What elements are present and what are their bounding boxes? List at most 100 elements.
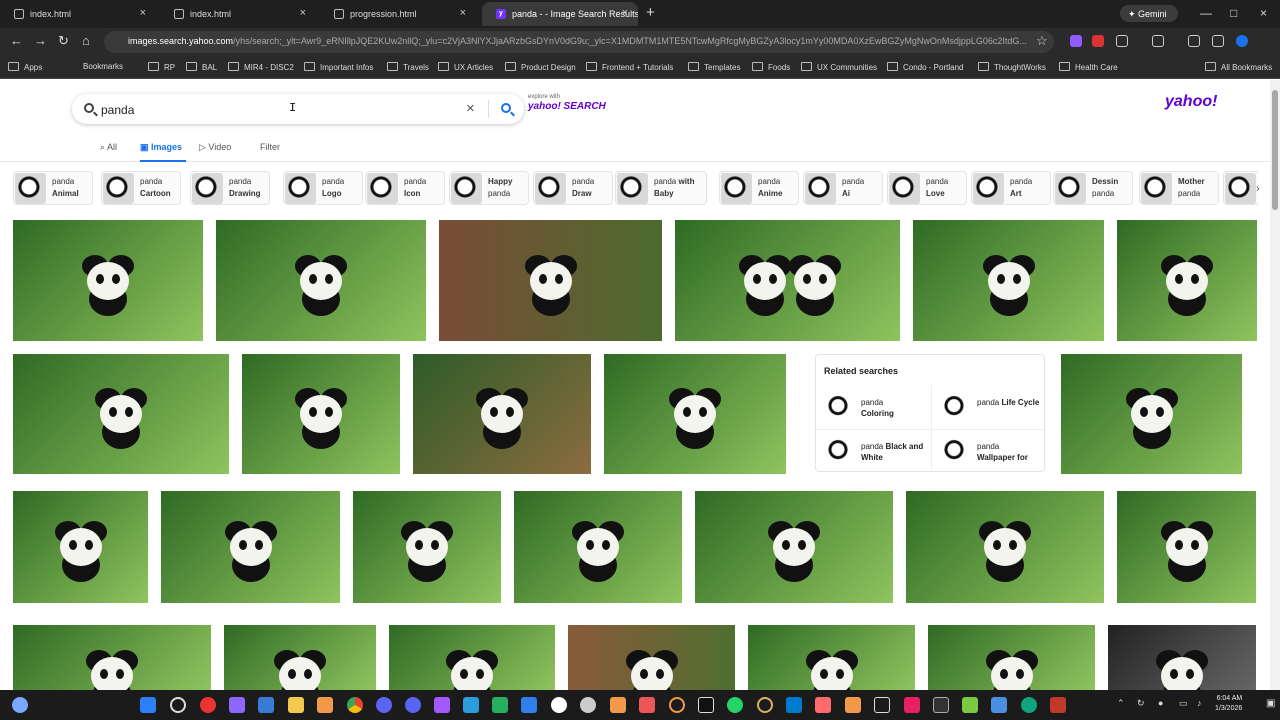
download-icon[interactable]: [1188, 35, 1200, 47]
volume-icon[interactable]: ♪: [1197, 698, 1202, 708]
bookmark-ux-articles[interactable]: UX Articles: [438, 62, 493, 72]
related-search-item[interactable]: panda Coloring: [816, 389, 923, 425]
suggestion-chip[interactable]: panda Cartoon: [101, 171, 181, 205]
whatsapp-icon[interactable]: [727, 697, 743, 713]
app-icon[interactable]: [845, 697, 861, 713]
bookmark-foods[interactable]: Foods: [752, 62, 790, 72]
steam-icon[interactable]: [521, 697, 537, 713]
microphone-icon[interactable]: ●: [1158, 698, 1163, 708]
image-result[interactable]: [913, 220, 1104, 341]
app-icon[interactable]: [757, 697, 773, 713]
image-result[interactable]: [216, 220, 426, 341]
image-result[interactable]: [353, 491, 501, 603]
image-result[interactable]: [439, 220, 662, 341]
restore-icon[interactable]: □: [1230, 6, 1237, 20]
chevron-right-icon[interactable]: ›: [1256, 183, 1260, 195]
weather-icon[interactable]: [12, 697, 28, 713]
close-icon[interactable]: ×: [300, 7, 306, 19]
bookmark-templates[interactable]: Templates: [688, 62, 740, 72]
page-scrollbar[interactable]: [1270, 80, 1280, 690]
image-result[interactable]: [1117, 491, 1256, 603]
search-icon[interactable]: [170, 697, 186, 713]
vscode-icon[interactable]: [786, 697, 802, 713]
image-result[interactable]: [13, 491, 148, 603]
tab-images[interactable]: ▣ Images: [140, 142, 182, 153]
close-icon[interactable]: ×: [140, 7, 146, 19]
image-result[interactable]: [748, 625, 915, 690]
windows-start-icon[interactable]: [140, 697, 156, 713]
image-result[interactable]: [928, 625, 1095, 690]
suggestion-chip[interactable]: [1223, 171, 1258, 205]
suggestion-chip[interactable]: Mother panda: [1139, 171, 1219, 205]
bookmark-frontend-tutorials[interactable]: Frontend + Tutorials: [586, 62, 673, 72]
suggestion-chip[interactable]: panda with Baby: [615, 171, 707, 205]
image-result[interactable]: [413, 354, 591, 474]
forward-icon[interactable]: →: [34, 33, 47, 48]
close-window-icon[interactable]: ×: [1260, 6, 1267, 20]
browser-tab[interactable]: index.html ×: [0, 2, 156, 26]
reload-icon[interactable]: ↻: [58, 33, 69, 49]
image-result[interactable]: [13, 625, 211, 690]
suggestion-chip[interactable]: Happy panda: [449, 171, 529, 205]
related-search-item[interactable]: panda Wallpaper for: [932, 433, 1039, 469]
bookmark-mir4[interactable]: MIR4 - DISC2: [228, 62, 294, 72]
suggestion-chip[interactable]: panda Love: [887, 171, 967, 205]
cast-icon[interactable]: [1152, 35, 1164, 47]
browser-tab[interactable]: index.html ×: [160, 2, 316, 26]
search-box[interactable]: panda ×: [72, 94, 524, 124]
app-icon[interactable]: [492, 697, 508, 713]
search-query[interactable]: panda: [101, 103, 134, 117]
image-result[interactable]: [13, 354, 229, 474]
menu-icon[interactable]: [1212, 35, 1224, 47]
discord-icon[interactable]: [405, 697, 421, 713]
suggestion-chip[interactable]: panda Art: [971, 171, 1051, 205]
bookmark-bal[interactable]: BAL: [186, 62, 217, 72]
clear-search-icon[interactable]: ×: [466, 100, 475, 117]
bookmark-product-design[interactable]: Product Design: [505, 62, 576, 72]
suggestion-chip[interactable]: Dessin panda: [1053, 171, 1133, 205]
extension-icon[interactable]: [1092, 35, 1104, 47]
gemini-button[interactable]: ✦ Gemini: [1120, 5, 1178, 22]
suggestion-chip[interactable]: panda Drawing: [190, 171, 270, 205]
app-icon[interactable]: [551, 697, 567, 713]
image-result[interactable]: [13, 220, 203, 341]
bookmark-condo-portland[interactable]: Condo - Portland: [887, 62, 963, 72]
file-explorer-icon[interactable]: [288, 697, 304, 713]
app-icon[interactable]: [463, 697, 479, 713]
suggestion-chip[interactable]: panda Logo: [283, 171, 363, 205]
all-bookmarks[interactable]: All Bookmarks: [1205, 62, 1272, 72]
bookmark-travels[interactable]: Travels: [387, 62, 429, 72]
close-icon[interactable]: ×: [460, 7, 466, 19]
extension-icon[interactable]: [1070, 35, 1082, 47]
related-search-item[interactable]: panda Life Cycle: [932, 389, 1039, 425]
suggestion-chip[interactable]: panda Draw: [533, 171, 613, 205]
profile-avatar[interactable]: [1236, 35, 1248, 47]
minimize-icon[interactable]: —: [1200, 6, 1212, 20]
suggestion-chip[interactable]: panda Ai: [803, 171, 883, 205]
app-icon[interactable]: [200, 697, 216, 713]
chevron-up-icon[interactable]: ⌃: [1117, 698, 1125, 709]
image-result[interactable]: [389, 625, 555, 690]
suggestion-chip[interactable]: panda Icon: [365, 171, 445, 205]
bookmark-health-care[interactable]: Health Care: [1059, 62, 1118, 72]
discord-icon[interactable]: [376, 697, 392, 713]
image-result[interactable]: [568, 625, 735, 690]
app-icon[interactable]: [904, 697, 920, 713]
notification-icon[interactable]: ▣: [1266, 698, 1275, 709]
tab-filter[interactable]: Filter: [260, 142, 280, 152]
calculator-icon[interactable]: [874, 697, 890, 713]
bookmark-ux-communities[interactable]: UX Communities: [801, 62, 877, 72]
explore-with-yahoo[interactable]: explore with yahoo! SEARCH: [528, 94, 606, 112]
new-tab-icon[interactable]: +: [646, 4, 655, 21]
terminal-icon[interactable]: [933, 697, 949, 713]
chatgpt-icon[interactable]: [1021, 697, 1037, 713]
related-search-item[interactable]: panda Black and White: [816, 433, 923, 469]
bookmark-thoughtworks[interactable]: ThoughtWorks: [978, 62, 1046, 72]
search-submit-icon[interactable]: [501, 103, 511, 113]
bookmark-bookmarks[interactable]: Bookmarks: [83, 62, 123, 71]
bookmark-important-infos[interactable]: Important Infos: [304, 62, 373, 72]
app-icon[interactable]: [1050, 697, 1066, 713]
image-result[interactable]: [1108, 625, 1256, 690]
app-icon[interactable]: [639, 697, 655, 713]
app-icon[interactable]: [317, 697, 333, 713]
